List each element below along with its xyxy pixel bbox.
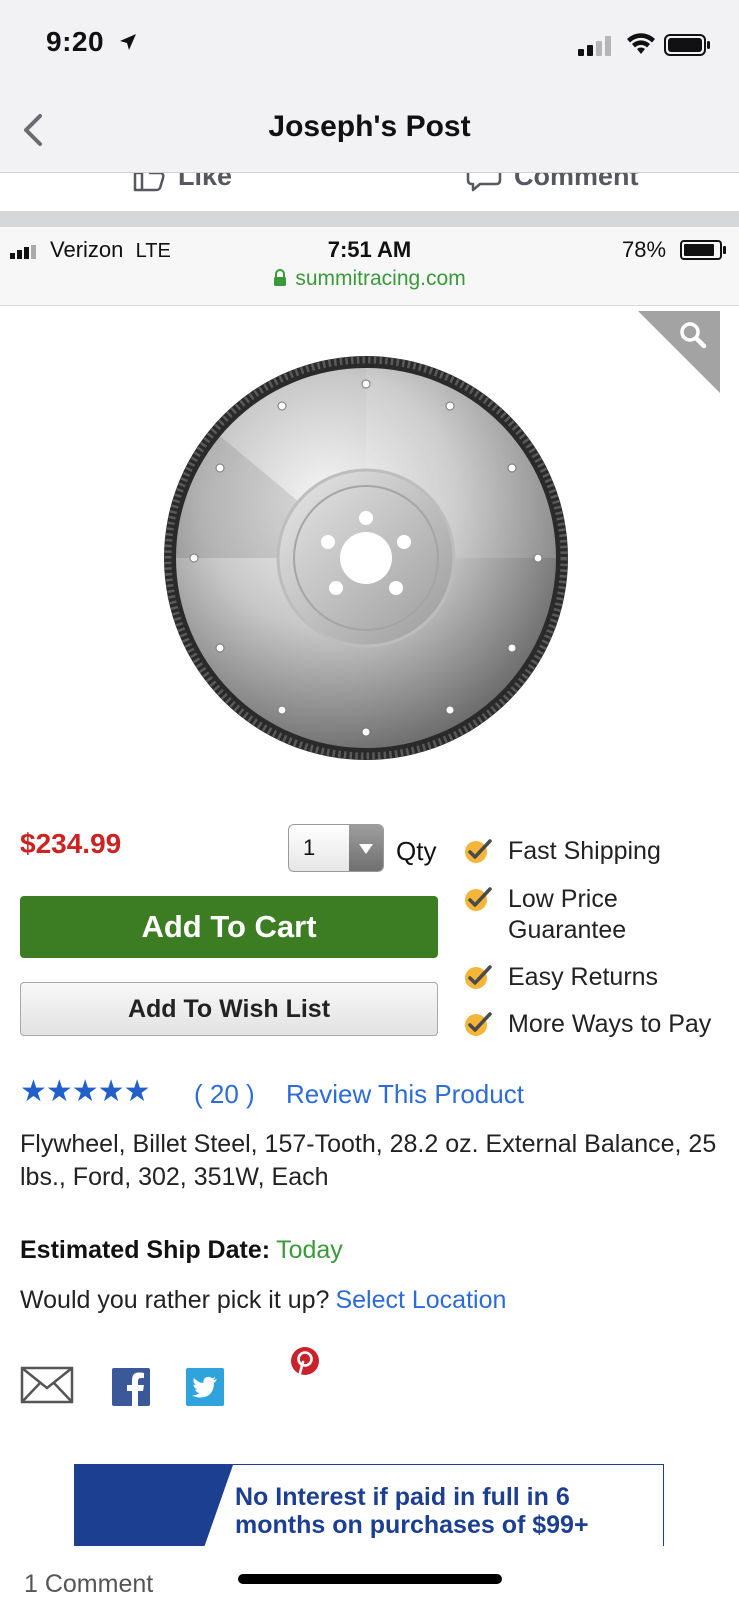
status-time: 9:20 <box>46 26 105 57</box>
feature-label: Easy Returns <box>508 963 659 991</box>
signal-icon <box>578 36 611 56</box>
embedded-browser-header: Verizon LTE 7:51 AM 78% summitracing.com <box>0 227 739 306</box>
ship-date-label: Estimated Ship Date: <box>20 1236 271 1264</box>
checkmark-icon <box>465 1012 492 1036</box>
add-to-cart-button[interactable]: Add To Cart <box>20 896 438 958</box>
like-icon <box>133 173 165 192</box>
embedded-battery-percent: 78% <box>622 237 667 262</box>
pickup-text: Would you rather pick it up? <box>20 1286 330 1314</box>
email-icon[interactable] <box>20 1366 74 1404</box>
feature-item: Fast Shipping <box>464 836 661 867</box>
feature-label: Fast Shipping <box>508 837 661 865</box>
quantity-label: Qty <box>396 836 437 866</box>
feature-item: Low Price Guarantee <box>464 884 638 946</box>
comment-icon <box>466 173 502 192</box>
review-this-product-link[interactable]: Review This Product <box>286 1079 524 1110</box>
product-price: $234.99 <box>20 828 122 859</box>
wifi-icon <box>627 33 655 54</box>
checkmark-icon <box>465 965 492 989</box>
select-location-link[interactable]: Select Location <box>335 1286 506 1314</box>
review-count-link[interactable]: ( 20 ) <box>194 1079 255 1110</box>
lock-icon <box>274 269 287 286</box>
post-actions-row: Like Comment <box>0 173 739 211</box>
promo-banner[interactable]: No Interest if paid in full in 6 months … <box>74 1464 664 1546</box>
pinterest-icon[interactable] <box>290 1346 320 1376</box>
checkmark-icon <box>465 839 492 863</box>
like-label: Like <box>178 173 233 191</box>
page-title: Joseph's Post <box>268 110 471 143</box>
quantity-select[interactable]: 1 <box>288 824 384 872</box>
checkmark-icon <box>465 887 492 911</box>
facebook-icon[interactable] <box>112 1368 150 1406</box>
comment-count[interactable]: 1 Comment <box>24 1570 153 1599</box>
add-to-wish-list-button[interactable]: Add To Wish List <box>20 982 438 1036</box>
feature-label: Low Price Guarantee <box>508 885 627 944</box>
product-description: Flywheel, Billet Steel, 157-Tooth, 28.2 … <box>20 1130 717 1191</box>
twitter-icon[interactable] <box>186 1368 224 1406</box>
dropdown-arrow-icon <box>349 825 383 871</box>
quantity-value: 1 <box>303 835 316 860</box>
feature-item: Easy Returns <box>464 962 658 993</box>
home-indicator[interactable] <box>238 1574 502 1584</box>
product-image-flywheel[interactable] <box>160 352 572 764</box>
ship-date-value: Today <box>276 1236 343 1264</box>
zoom-button[interactable] <box>638 311 720 393</box>
promo-text: No Interest if paid in full in 6 months … <box>235 1483 589 1539</box>
url-bar[interactable]: summitracing.com <box>0 267 739 291</box>
ship-date-row: Estimated Ship Date: Today <box>20 1236 343 1265</box>
battery-icon <box>664 34 710 56</box>
like-button[interactable]: Like <box>132 173 232 193</box>
ios-header <box>0 0 739 172</box>
comment-button[interactable]: Comment <box>466 173 639 193</box>
battery-icon <box>680 240 726 260</box>
rating-stars[interactable]: ★★★★★ <box>20 1074 150 1109</box>
section-separator <box>0 211 739 227</box>
feature-label: More Ways to Pay <box>508 1010 712 1038</box>
feature-item: More Ways to Pay <box>464 1009 711 1040</box>
pickup-row: Would you rather pick it up? Select Locat… <box>20 1286 506 1315</box>
url-text: summitracing.com <box>295 267 466 290</box>
comment-label: Comment <box>514 173 639 191</box>
promo-banner-graphic <box>75 1465 233 1546</box>
location-arrow-icon <box>120 34 136 50</box>
